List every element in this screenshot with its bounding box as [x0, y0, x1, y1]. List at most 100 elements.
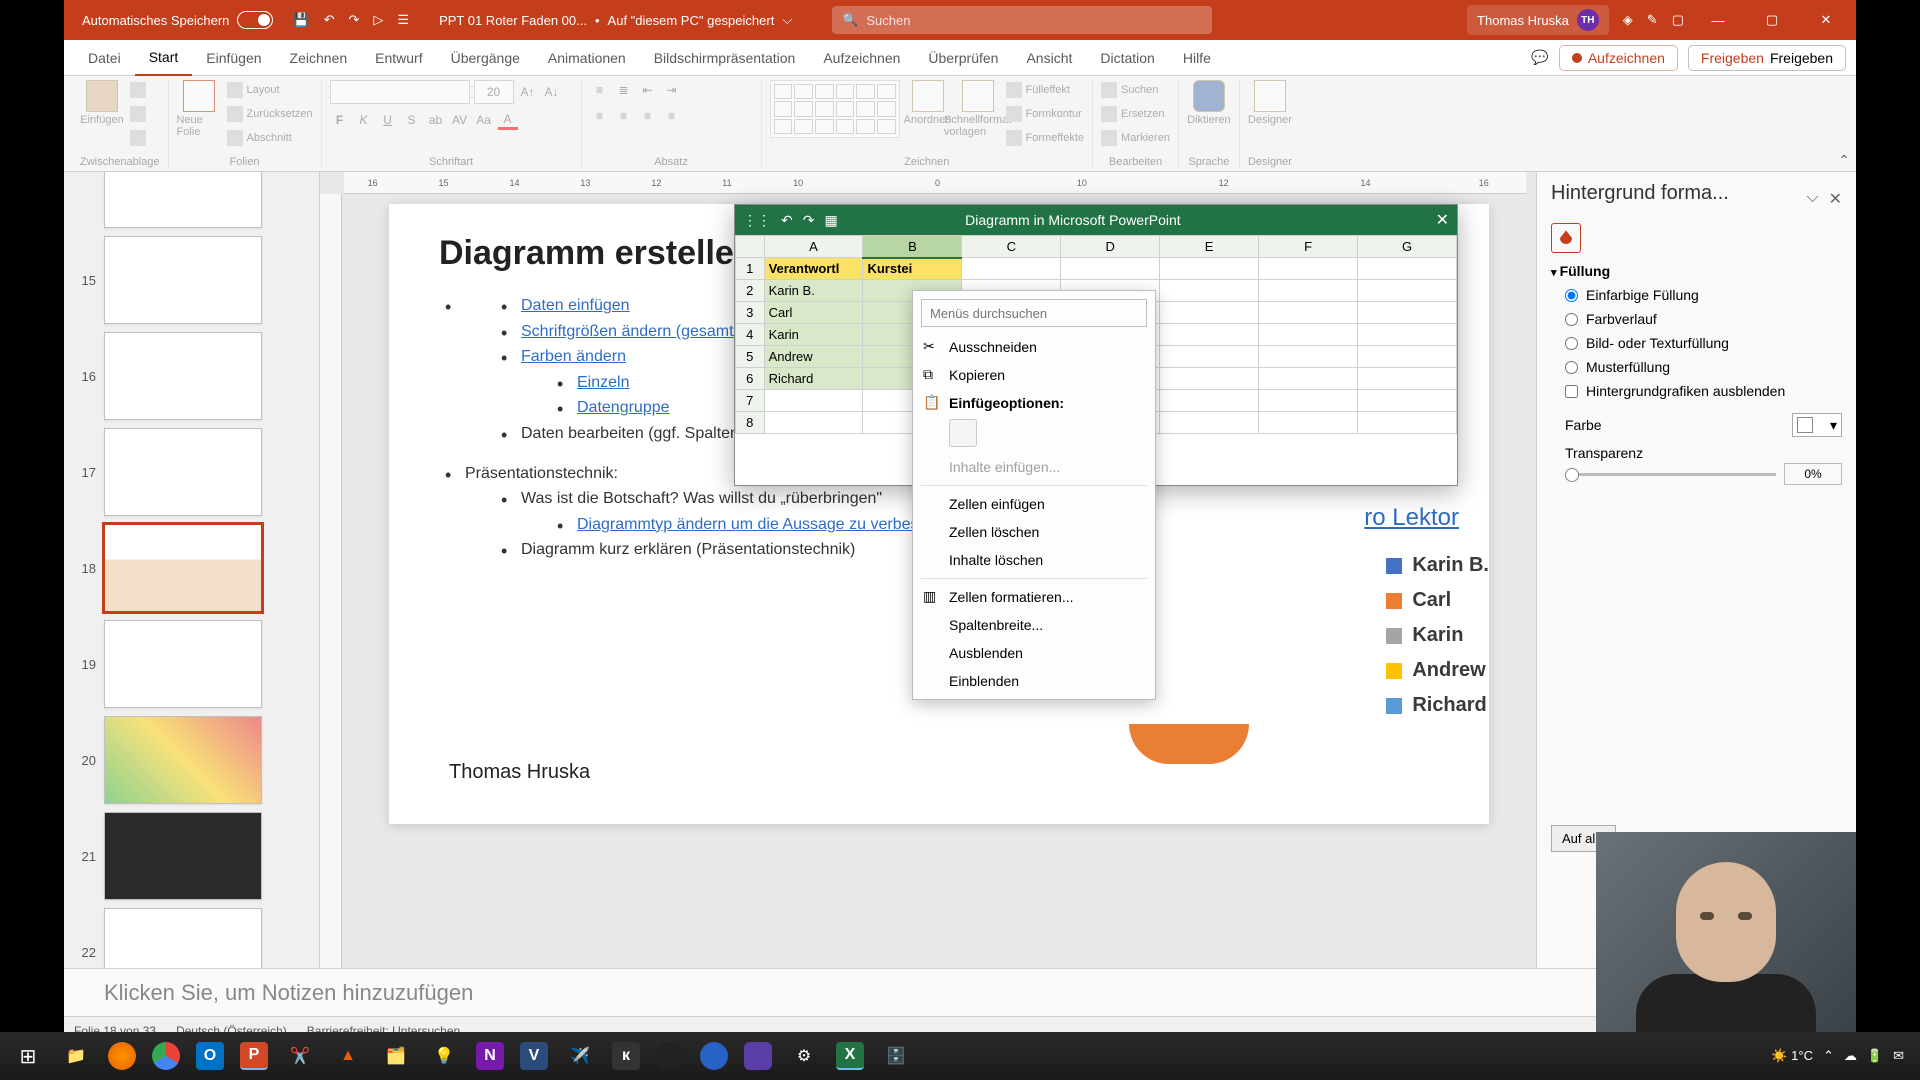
tab-ansicht[interactable]: Ansicht — [1012, 40, 1086, 76]
record-button[interactable]: Aufzeichnen — [1559, 45, 1678, 71]
menu-delete-cells[interactable]: Zellen löschen — [913, 518, 1155, 546]
fill-hidebg-check[interactable]: Hintergrundgrafiken ausblenden — [1565, 383, 1842, 399]
undo-icon[interactable]: ↶ — [324, 12, 335, 28]
pane-dropdown-icon[interactable]: ⌵ — [1806, 189, 1818, 209]
transparency-slider[interactable] — [1565, 473, 1776, 476]
bulletlist-button[interactable]: ≡ — [590, 80, 610, 100]
select-button[interactable]: Markieren — [1101, 128, 1170, 148]
fontcolor-button[interactable]: A — [498, 110, 518, 130]
numberlist-button[interactable]: ≣ — [614, 80, 634, 100]
cell[interactable]: Richard — [764, 368, 863, 390]
onenote-icon[interactable]: N — [476, 1042, 504, 1070]
shapeeffects-button[interactable]: Formeffekte — [1006, 128, 1085, 148]
telegram-icon[interactable]: ✈️ — [558, 1036, 602, 1076]
thumb-16[interactable] — [104, 332, 262, 420]
excel-redo-icon[interactable]: ↷ — [803, 212, 815, 229]
fill-solid-radio[interactable]: Einfarbige Füllung — [1565, 287, 1842, 303]
tab-bildschirmpraesentation[interactable]: Bildschirmpräsentation — [640, 40, 810, 76]
tab-start[interactable]: Start — [135, 40, 193, 76]
quickstyles-button[interactable]: Schnellformat vorlagen — [956, 80, 1000, 142]
underline-button[interactable]: U — [378, 110, 398, 130]
replace-button[interactable]: Ersetzen — [1101, 104, 1170, 124]
powerpoint-icon[interactable]: P — [240, 1042, 268, 1070]
justify-button[interactable]: ≡ — [662, 106, 682, 126]
layout-button[interactable]: Layout — [227, 80, 313, 100]
menu-hide[interactable]: Ausblenden — [913, 639, 1155, 667]
section-button[interactable]: Abschnitt — [227, 128, 313, 148]
thumb-21[interactable] — [104, 812, 262, 900]
col-header-f[interactable]: F — [1259, 236, 1358, 258]
menu-search-input[interactable] — [922, 306, 1146, 321]
app-icon-2[interactable]: 💡 — [422, 1036, 466, 1076]
startfromstart-icon[interactable]: ▷ — [373, 12, 383, 28]
shapes-gallery[interactable] — [770, 80, 900, 138]
shapefill-button[interactable]: Fülleffekt — [1006, 80, 1085, 100]
cell[interactable]: Andrew — [764, 346, 863, 368]
app-purple-icon[interactable] — [744, 1042, 772, 1070]
fill-picture-radio[interactable]: Bild- oder Texturfüllung — [1565, 335, 1842, 351]
shapeoutline-button[interactable]: Formkontur — [1006, 104, 1085, 124]
increase-font-button[interactable]: A↑ — [518, 82, 538, 102]
menu-unhide[interactable]: Einblenden — [913, 667, 1155, 695]
comments-icon[interactable]: 💬 — [1531, 49, 1548, 66]
tab-hilfe[interactable]: Hilfe — [1169, 40, 1225, 76]
col-header-d[interactable]: D — [1061, 236, 1160, 258]
menu-clear-contents[interactable]: Inhalte löschen — [913, 546, 1155, 574]
aligncenter-button[interactable]: ≡ — [614, 106, 634, 126]
diamond-icon[interactable]: ◈ — [1623, 12, 1633, 28]
col-header-e[interactable]: E — [1160, 236, 1259, 258]
tray-expand-icon[interactable]: ⌃ — [1823, 1048, 1834, 1064]
settings-icon[interactable]: ⚙ — [782, 1036, 826, 1076]
outdent-button[interactable]: ⇤ — [638, 80, 658, 100]
menu-cut[interactable]: ✂Ausschneiden — [913, 333, 1155, 361]
font-family-select[interactable] — [330, 80, 470, 104]
tab-aufzeichnen[interactable]: Aufzeichnen — [809, 40, 914, 76]
row-header[interactable]: 3 — [736, 302, 765, 324]
weather-widget[interactable]: ☀️ 1°C — [1771, 1048, 1813, 1064]
collapse-ribbon-button[interactable]: ⌃ — [1838, 152, 1850, 169]
tab-entwurf[interactable]: Entwurf — [361, 40, 436, 76]
firefox-icon[interactable] — [108, 1042, 136, 1070]
pie-chart-slice[interactable] — [1129, 724, 1249, 764]
transparency-value[interactable]: 0% — [1784, 463, 1842, 485]
chrome-icon[interactable] — [152, 1042, 180, 1070]
fill-pattern-radio[interactable]: Musterfüllung — [1565, 359, 1842, 375]
snip-icon[interactable]: ✂️ — [278, 1036, 322, 1076]
save-icon[interactable]: 💾 — [293, 12, 309, 28]
obs-icon[interactable] — [656, 1042, 684, 1070]
thumb-19[interactable] — [104, 620, 262, 708]
autosave-toggle[interactable] — [237, 11, 273, 29]
case-button[interactable]: Aa — [474, 110, 494, 130]
tab-zeichnen[interactable]: Zeichnen — [276, 40, 362, 76]
font-size-select[interactable]: 20 — [474, 80, 514, 104]
copy-button[interactable] — [130, 104, 146, 124]
vlc-icon[interactable]: ▲ — [326, 1036, 370, 1076]
bullet-link[interactable]: Datengruppe — [577, 399, 670, 416]
thumbnail-panel[interactable]: 15 16 17 18 19 20 21 22 23 — [64, 172, 320, 968]
fill-section[interactable]: Füllung Einfarbige Füllung Farbverlauf B… — [1551, 263, 1842, 485]
app-k-icon[interactable]: к — [612, 1042, 640, 1070]
touchmode-icon[interactable]: ☰ — [397, 12, 409, 28]
cell[interactable]: Karin B. — [764, 280, 863, 302]
newslide-button[interactable]: Neue Folie — [177, 80, 221, 142]
file-explorer-icon[interactable]: 📁 — [54, 1036, 98, 1076]
tab-ueberpruefen[interactable]: Überprüfen — [914, 40, 1012, 76]
cell[interactable]: Karin — [764, 324, 863, 346]
cut-button[interactable] — [130, 80, 146, 100]
strike-button[interactable]: S — [402, 110, 422, 130]
paste-option-1[interactable] — [949, 419, 977, 447]
row-header[interactable]: 5 — [736, 346, 765, 368]
designer-button[interactable]: Designer — [1248, 80, 1292, 142]
bullet-link[interactable]: Daten einfügen — [521, 297, 630, 314]
chart-data-close-button[interactable]: ✕ — [1436, 210, 1449, 230]
col-header-b[interactable]: B — [863, 236, 962, 258]
formatpainter-button[interactable] — [130, 128, 146, 148]
app-blue-icon[interactable] — [700, 1042, 728, 1070]
thumb-22[interactable] — [104, 908, 262, 968]
minimize-button[interactable]: — — [1698, 13, 1738, 28]
excel-edit-icon[interactable]: ▦ — [824, 212, 837, 229]
app-grey-icon[interactable]: 🗄️ — [874, 1036, 918, 1076]
fill-color-picker[interactable]: ▾ — [1792, 413, 1842, 437]
bullet-link[interactable]: Farben ändern — [521, 348, 626, 365]
mail-tray-icon[interactable]: ✉ — [1893, 1048, 1904, 1064]
